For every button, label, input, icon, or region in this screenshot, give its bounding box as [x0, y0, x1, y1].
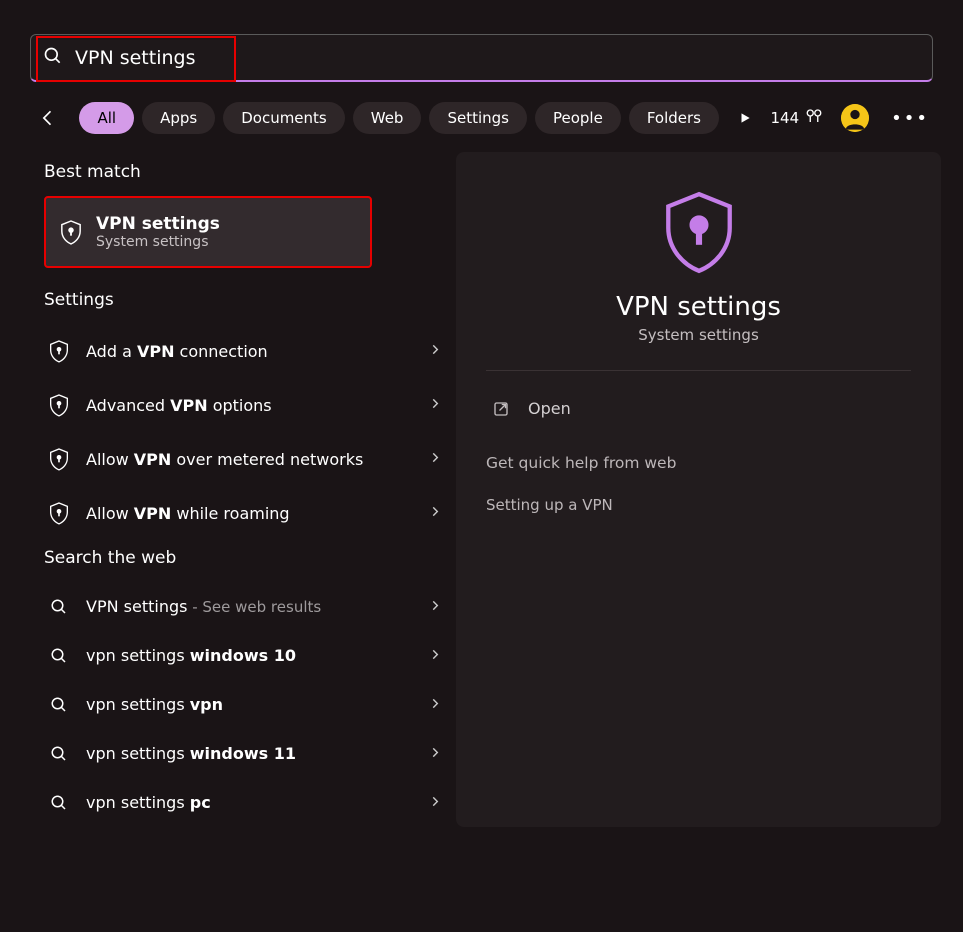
divider	[486, 370, 911, 371]
chevron-right-icon	[428, 450, 442, 469]
preview-title: VPN settings	[486, 292, 911, 322]
chevron-right-icon	[428, 695, 442, 714]
shield-lock-icon	[48, 447, 70, 471]
settings-result[interactable]: Advanced VPN options	[44, 378, 442, 432]
open-icon	[490, 400, 512, 418]
shield-lock-icon	[48, 393, 70, 417]
filter-bar: All Apps Documents Web Settings People F…	[0, 82, 963, 136]
filter-settings[interactable]: Settings	[429, 102, 527, 134]
result-label: vpn settings vpn	[86, 695, 223, 714]
user-avatar[interactable]	[841, 104, 869, 132]
help-heading: Get quick help from web	[486, 454, 911, 472]
web-result[interactable]: vpn settings vpn	[44, 680, 442, 729]
filter-people[interactable]: People	[535, 102, 621, 134]
search-icon	[48, 745, 70, 763]
best-match-title: VPN settings	[96, 214, 220, 234]
filter-all[interactable]: All	[79, 102, 134, 134]
chevron-right-icon	[428, 646, 442, 665]
result-label: VPN settings - See web results	[86, 597, 321, 616]
filter-folders[interactable]: Folders	[629, 102, 719, 134]
main-content: Best match VPN settings System settings …	[0, 136, 963, 827]
search-icon	[48, 696, 70, 714]
points-value: 144	[771, 109, 800, 127]
media-play-button[interactable]	[727, 100, 762, 136]
results-pane: Best match VPN settings System settings …	[44, 152, 442, 827]
settings-result[interactable]: Add a VPN connection	[44, 324, 442, 378]
web-result[interactable]: vpn settings windows 11	[44, 729, 442, 778]
chevron-right-icon	[428, 793, 442, 812]
filter-web[interactable]: Web	[353, 102, 422, 134]
chevron-right-icon	[428, 396, 442, 415]
more-options-button[interactable]: •••	[887, 104, 933, 133]
result-label: vpn settings pc	[86, 793, 211, 812]
preview-subtitle: System settings	[486, 326, 911, 344]
section-settings: Settings	[44, 290, 442, 310]
chevron-right-icon	[428, 597, 442, 616]
search-icon	[48, 794, 70, 812]
search-bar[interactable]	[30, 34, 933, 82]
web-result[interactable]: vpn settings windows 10	[44, 631, 442, 680]
result-label: vpn settings windows 10	[86, 646, 296, 665]
filter-documents[interactable]: Documents	[223, 102, 345, 134]
result-label: Allow VPN while roaming	[86, 504, 290, 523]
shield-lock-icon	[60, 219, 82, 245]
search-input[interactable]	[75, 47, 920, 69]
result-label: vpn settings windows 11	[86, 744, 296, 763]
preview-pane: VPN settings System settings Open Get qu…	[456, 152, 941, 827]
chevron-right-icon	[428, 342, 442, 361]
help-link-setup-vpn[interactable]: Setting up a VPN	[486, 496, 911, 514]
section-search-web: Search the web	[44, 548, 442, 568]
filter-apps[interactable]: Apps	[142, 102, 215, 134]
chevron-right-icon	[428, 504, 442, 523]
chevron-right-icon	[428, 744, 442, 763]
section-best-match: Best match	[44, 162, 442, 182]
open-label: Open	[528, 399, 571, 418]
result-label: Advanced VPN options	[86, 396, 272, 415]
web-result[interactable]: vpn settings pc	[44, 778, 442, 827]
open-action[interactable]: Open	[486, 389, 911, 428]
shield-lock-icon	[48, 339, 70, 363]
search-icon	[43, 46, 75, 70]
search-icon	[48, 598, 70, 616]
result-label: Allow VPN over metered networks	[86, 450, 363, 469]
best-match-subtitle: System settings	[96, 234, 220, 250]
search-icon	[48, 647, 70, 665]
settings-result[interactable]: Allow VPN over metered networks	[44, 432, 442, 486]
result-label: Add a VPN connection	[86, 342, 268, 361]
best-match-result[interactable]: VPN settings System settings	[44, 196, 372, 268]
settings-result[interactable]: Allow VPN while roaming	[44, 486, 442, 540]
rewards-icon	[805, 107, 823, 129]
back-button[interactable]	[30, 100, 65, 136]
web-result[interactable]: VPN settings - See web results	[44, 582, 442, 631]
rewards-points[interactable]: 144	[771, 107, 824, 129]
shield-lock-icon	[48, 501, 70, 525]
preview-hero-icon	[486, 188, 911, 274]
